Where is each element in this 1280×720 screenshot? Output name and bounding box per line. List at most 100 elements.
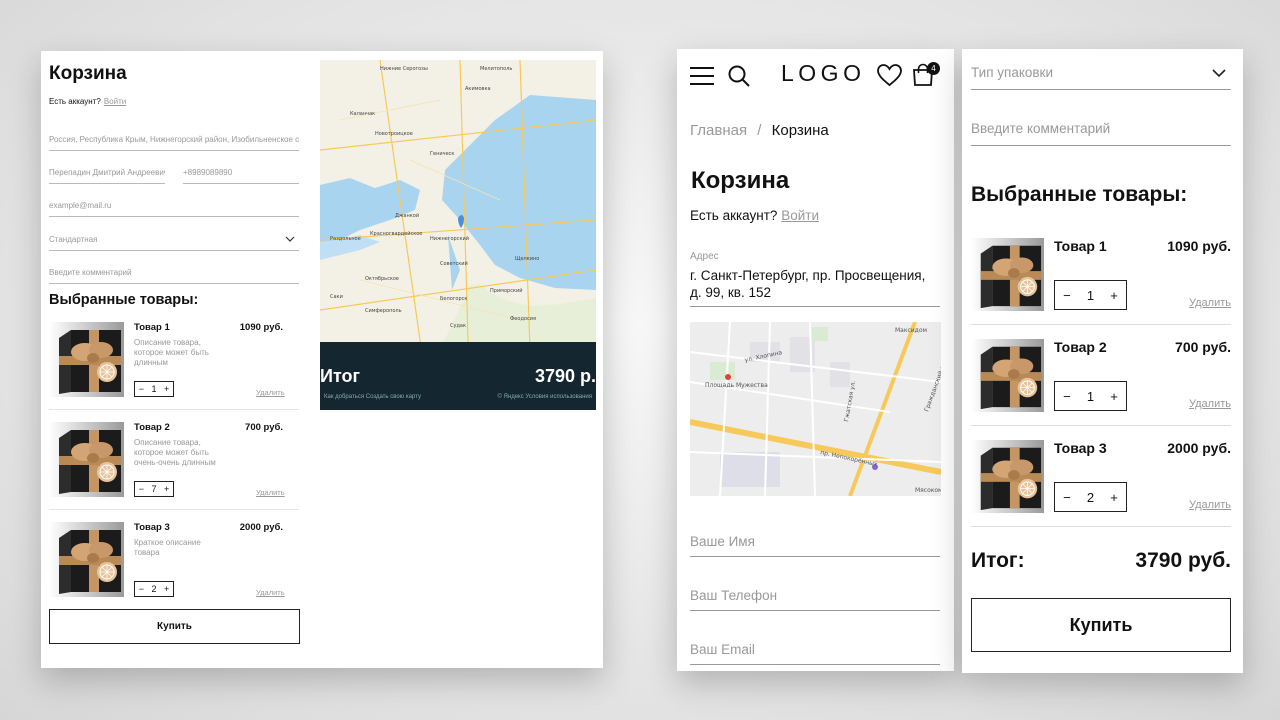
item-name: Товар 1 <box>134 322 170 333</box>
minus-button[interactable]: − <box>139 484 144 494</box>
comment-underline <box>971 145 1231 146</box>
item-price: 1090 руб. <box>1167 238 1231 254</box>
quantity-value: 2 <box>151 584 157 594</box>
delete-link[interactable]: Удалить <box>256 588 285 597</box>
map-label: Нижние Серогозы <box>380 66 428 72</box>
create-map-link[interactable]: Создать свою карту <box>366 394 421 400</box>
total-bar: Итог 3790 р. Как добраться Создать свою … <box>320 342 596 410</box>
address-input[interactable]: Россия, Республика Крым, Нижнегорский ра… <box>49 135 299 151</box>
map-label: Площадь Мужества <box>705 382 768 389</box>
map-copyright: © Яндекс Условия использования <box>497 394 592 400</box>
plus-button[interactable]: + <box>1110 490 1118 505</box>
menu-icon[interactable] <box>689 66 715 86</box>
delete-link[interactable]: Удалить <box>1177 499 1231 511</box>
map-label: Белогорск <box>440 296 467 302</box>
chevron-down-icon[interactable] <box>1212 69 1226 78</box>
product-image <box>49 522 124 597</box>
item-name: Товар 3 <box>1054 440 1107 456</box>
product-image <box>49 422 124 497</box>
address-input[interactable]: г. Санкт-Петербург, пр. Просвещения, д. … <box>690 267 935 301</box>
quantity-stepper: − 1 + <box>1054 280 1127 310</box>
product-image <box>971 339 1044 412</box>
quantity-stepper: − 1 + <box>134 381 174 397</box>
divider <box>971 425 1231 426</box>
login-link[interactable]: Войти <box>781 208 819 223</box>
cart-badge: 4 <box>927 62 940 75</box>
address-underline <box>690 306 940 307</box>
minus-button[interactable]: − <box>1063 389 1071 404</box>
quantity-stepper: − 2 + <box>1054 482 1127 512</box>
breadcrumb-home[interactable]: Главная <box>690 122 747 139</box>
page-title: Корзина <box>49 63 127 84</box>
plus-button[interactable]: + <box>164 584 169 594</box>
item-description: Краткое описание товара <box>134 538 201 557</box>
map-label: Каланчак <box>350 111 375 117</box>
minus-button[interactable]: − <box>139 384 144 394</box>
address-label: Адрес <box>690 251 719 262</box>
delete-link[interactable]: Удалить <box>256 388 285 397</box>
packaging-select[interactable]: Тип упаковки <box>971 65 1053 80</box>
map-label: Акимовка <box>465 86 491 92</box>
minus-button[interactable]: − <box>1063 288 1071 303</box>
total-label: Итог: <box>971 549 1025 572</box>
email-input[interactable]: example@mail.ru <box>49 201 299 217</box>
plus-button[interactable]: + <box>1110 288 1118 303</box>
map-label: Джанкой <box>395 212 419 219</box>
phone-underline <box>690 610 940 611</box>
delete-link[interactable]: Удалить <box>1177 297 1231 309</box>
minus-button[interactable]: − <box>1063 490 1071 505</box>
plus-button[interactable]: + <box>164 384 169 394</box>
quantity-stepper: − 1 + <box>1054 381 1127 411</box>
minus-button[interactable]: − <box>139 584 144 594</box>
heart-icon[interactable] <box>877 64 902 87</box>
email-input[interactable]: Ваш Email <box>690 642 755 657</box>
divider <box>971 324 1231 325</box>
quantity-stepper: − 7 + <box>134 481 174 497</box>
map-label: Судак <box>450 323 466 329</box>
item-description: Описание товара, которое может быть очен… <box>134 438 216 467</box>
product-image <box>971 238 1044 311</box>
chevron-down-icon <box>285 236 295 242</box>
plus-button[interactable]: + <box>1110 389 1118 404</box>
map-label: Октябрьское <box>365 276 399 282</box>
plus-button[interactable]: + <box>164 484 169 494</box>
map-label: Новотроицкое <box>375 131 413 137</box>
map-footer-links[interactable]: Как добраться Создать свою карту <box>324 394 421 400</box>
item-price: 1090 руб. <box>239 322 283 333</box>
selected-items-title: Выбранные товары: <box>49 292 199 308</box>
packaging-select[interactable]: Стандартная <box>49 235 299 251</box>
route-link[interactable]: Как добраться <box>324 394 364 400</box>
product-image <box>971 440 1044 513</box>
account-prompt-text: Есть аккаунт? <box>690 208 778 223</box>
phone-input[interactable]: +8989089890 <box>183 168 299 184</box>
delete-link[interactable]: Удалить <box>1177 398 1231 410</box>
account-prompt: Есть аккаунт? Войти <box>49 97 126 106</box>
breadcrumb: Главная / Корзина <box>690 122 829 139</box>
quantity-value: 2 <box>1086 489 1095 505</box>
buy-button[interactable]: Купить <box>971 598 1231 652</box>
item-price: 2000 руб. <box>239 522 283 533</box>
item-price: 2000 руб. <box>1167 440 1231 456</box>
map-label: Максидом <box>895 327 927 334</box>
login-link[interactable]: Войти <box>104 97 126 106</box>
map-label: Саки <box>330 294 343 300</box>
buy-button[interactable]: Купить <box>49 609 300 644</box>
item-price: 700 руб. <box>245 422 283 433</box>
address-map[interactable]: Площадь Мужества пр. Непокорённых Гжатск… <box>690 322 941 496</box>
divider <box>49 409 299 410</box>
comment-input[interactable]: Введите комментарий <box>49 268 299 284</box>
item-name: Товар 2 <box>1054 339 1107 355</box>
page-title: Корзина <box>691 167 790 194</box>
name-input[interactable]: Перепадин Дмитрий Андреевич <box>49 168 165 184</box>
total-value: 3790 руб. <box>1135 549 1231 572</box>
phone-input[interactable]: Ваш Телефон <box>690 588 777 603</box>
comment-input[interactable]: Введите комментарий <box>971 121 1110 136</box>
item-description: Описание товара, которое может быть длин… <box>134 338 209 367</box>
delete-link[interactable]: Удалить <box>256 488 285 497</box>
search-icon[interactable] <box>727 64 751 88</box>
account-prompt-text: Есть аккаунт? <box>49 97 101 106</box>
logo[interactable]: LOGO <box>781 60 865 87</box>
name-input[interactable]: Ваше Имя <box>690 534 755 549</box>
item-name: Товар 3 <box>134 522 170 533</box>
quantity-value: 1 <box>151 384 157 394</box>
